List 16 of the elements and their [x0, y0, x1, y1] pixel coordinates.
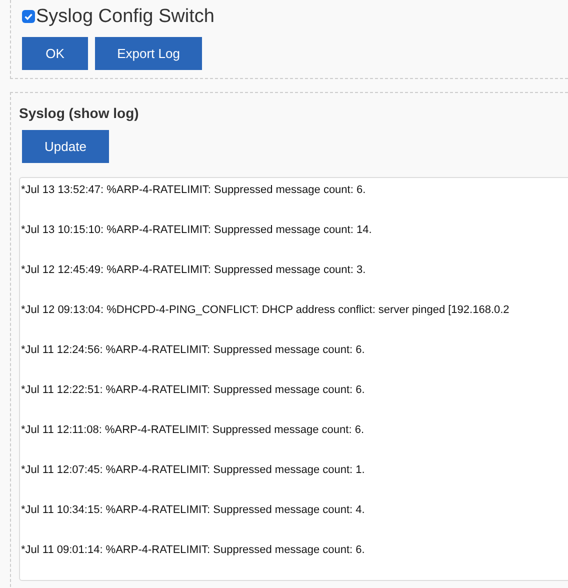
log-line: *Jul 11 09:01:14: %ARP-4-RATELIMIT: Suppressed message count: 6. [21, 543, 365, 557]
checkbox[interactable] [22, 10, 35, 22]
log-line: *Jul 13 13:52:47: %ARP-4-RATELIMIT: Suppressed message count: 6. [21, 183, 366, 197]
ok-button[interactable]: OK [22, 37, 88, 70]
log-line: *Jul 11 12:11:08: %ARP-4-RATELIMIT: Suppressed message count: 6. [21, 423, 364, 437]
log-line: *Jul 12 12:45:49: %ARP-4-RATELIMIT: Suppressed message count: 3. [21, 263, 366, 277]
log-line: *Jul 11 12:24:56: %ARP-4-RATELIMIT: Suppressed message count: 6. [21, 343, 365, 357]
export-button[interactable]: Export Log [95, 37, 202, 70]
log-line: *Jul 13 10:15:10: %ARP-4-RATELIMIT: Suppressed message count: 14. [21, 223, 372, 237]
log-line: *Jul 11 10:34:15: %ARP-4-RATELIMIT: Suppressed message count: 4. [21, 503, 365, 517]
log-line: *Jul 12 09:13:04: %DHCPD-4-PING_CONFLICT: DHCP address conflict: server pinged [192.168.0.2 [21, 303, 510, 317]
log-line: *Jul 11 12:07:45: %ARP-4-RATELIMIT: Suppressed message count: 1. [21, 463, 365, 477]
checkbox-label: Syslog Config Switch [36, 6, 214, 26]
log-line: *Jul 11 12:22:51: %ARP-4-RATELIMIT: Suppressed message count: 6. [21, 383, 365, 397]
section-title: Syslog (show log) [19, 104, 140, 123]
update-button[interactable]: Update [22, 130, 109, 163]
